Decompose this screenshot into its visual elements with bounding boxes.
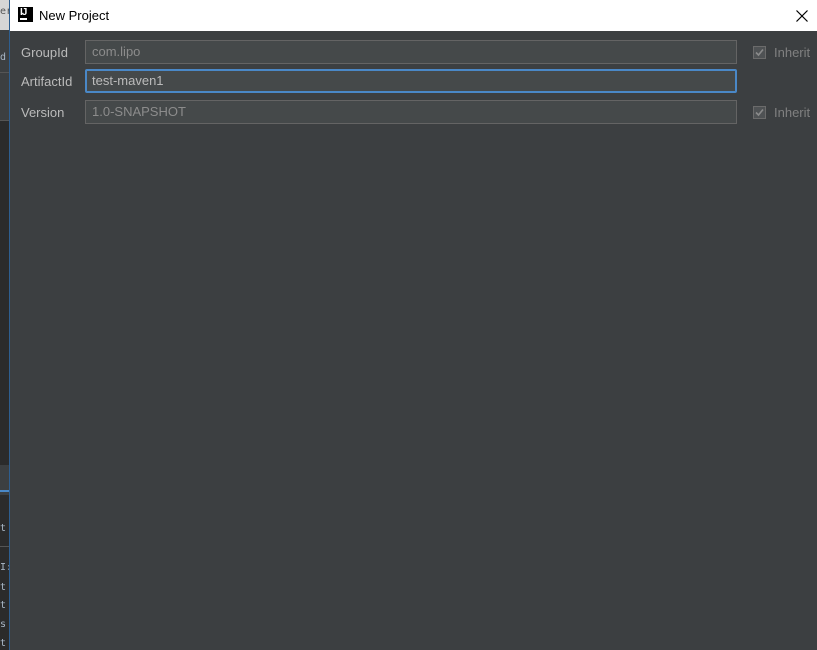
artifact-id-row: ArtifactId test-maven1	[10, 69, 817, 95]
artifact-id-field[interactable]: test-maven1	[85, 69, 737, 93]
version-inherit-label: Inherit	[774, 104, 811, 120]
artifact-id-label: ArtifactId	[21, 74, 73, 89]
checkmark-icon	[755, 48, 764, 56]
background-text-fragment: t	[0, 523, 7, 534]
background-text-fragment: t	[0, 638, 7, 649]
window-title: New Project	[39, 8, 110, 23]
background-text-fragment: er	[0, 6, 9, 17]
close-button[interactable]	[787, 0, 817, 31]
version-row: Version 1.0-SNAPSHOT Inherit	[10, 100, 817, 126]
title-bar[interactable]: IJ New Project	[10, 0, 817, 31]
background-text-fragment: I:	[0, 562, 9, 573]
background-text-fragment: s	[0, 619, 7, 630]
group-id-label: GroupId	[21, 45, 68, 60]
checkmark-icon	[755, 108, 764, 116]
background-text-fragment: d	[0, 52, 7, 63]
group-id-inherit-toggle[interactable]: Inherit	[753, 42, 810, 62]
group-id-inherit-checkbox[interactable]	[753, 45, 766, 59]
version-inherit-toggle[interactable]: Inherit	[753, 102, 810, 122]
version-field[interactable]: 1.0-SNAPSHOT	[85, 100, 737, 124]
background-text-fragment: t	[0, 582, 7, 593]
group-id-row: GroupId com.lipo Inherit	[10, 40, 817, 66]
close-icon	[796, 9, 808, 22]
group-id-inherit-label: Inherit	[774, 44, 811, 60]
group-id-field[interactable]: com.lipo	[85, 40, 737, 64]
background-text-fragment: t	[0, 600, 7, 611]
background-window-edge: er d t I: t t s t	[0, 0, 9, 650]
version-label: Version	[21, 105, 65, 120]
new-project-dialog: IJ New Project GroupId com.lipo Inherit …	[9, 0, 817, 650]
intellij-icon: IJ	[18, 7, 33, 22]
version-inherit-checkbox[interactable]	[753, 105, 766, 119]
